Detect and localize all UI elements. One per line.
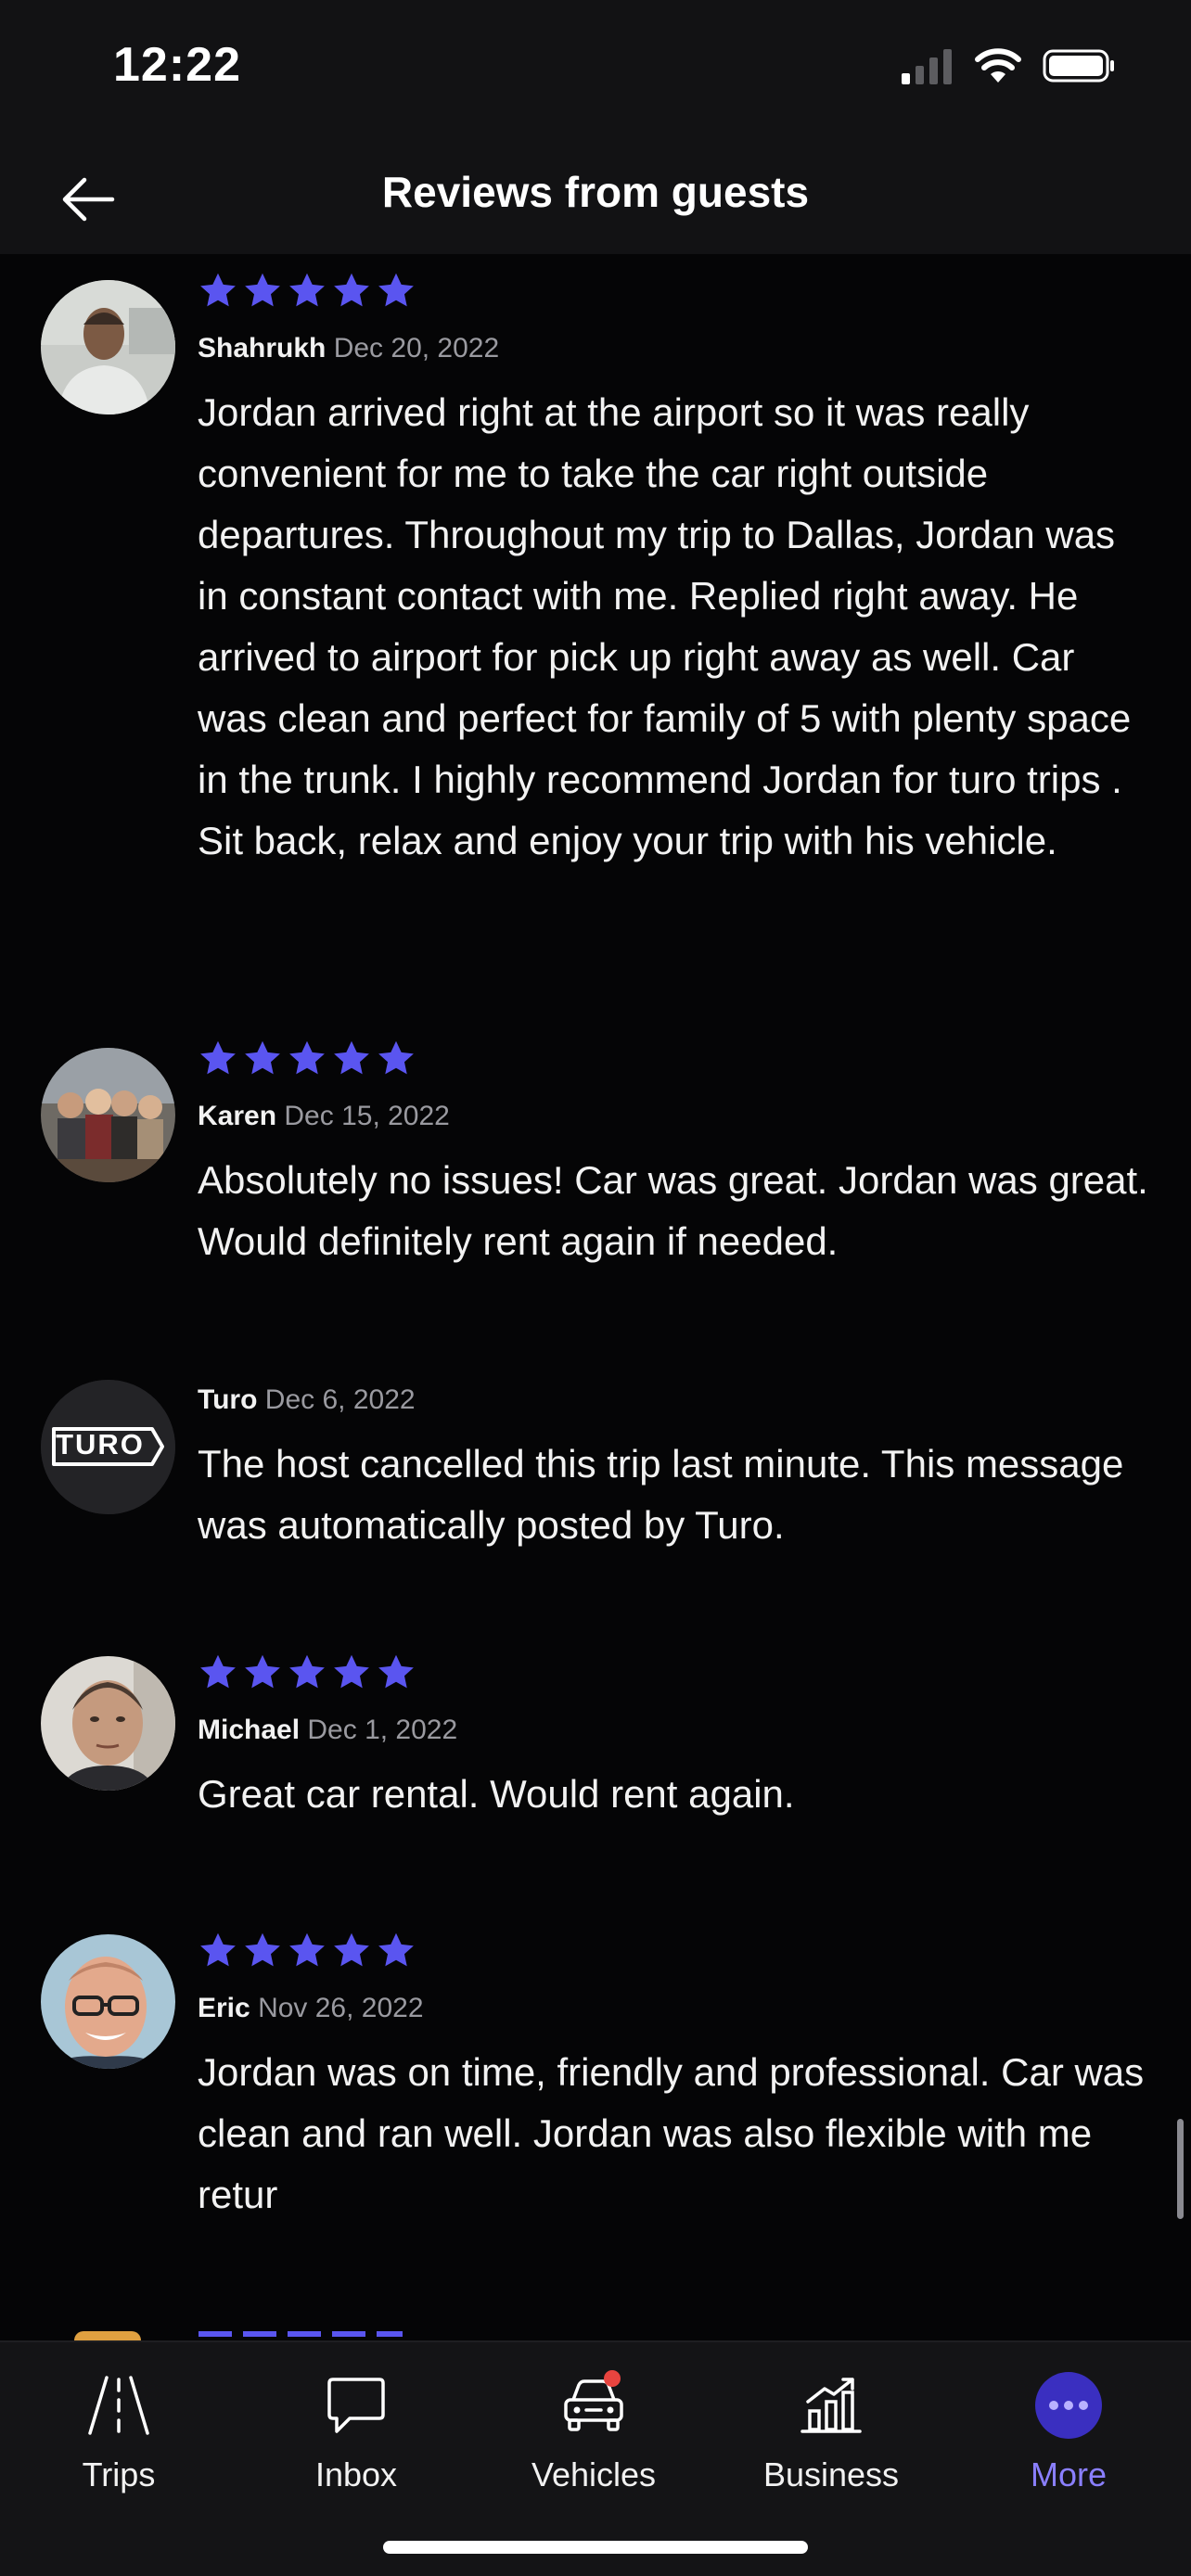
tab-label: Vehicles xyxy=(531,2455,657,2493)
tab-vehicles[interactable]: Vehicles xyxy=(475,2342,712,2500)
tab-more[interactable]: More xyxy=(950,2342,1187,2500)
more-dots-icon xyxy=(1027,2368,1110,2442)
nav-header: Reviews from guests xyxy=(0,139,1191,254)
notification-badge xyxy=(604,2370,621,2387)
status-time: 12:22 xyxy=(113,38,241,92)
star-icon xyxy=(334,273,369,307)
review-meta: Eric Nov 26, 2022 xyxy=(198,1992,1154,2025)
star-icon xyxy=(245,1040,280,1075)
status-icons xyxy=(902,45,1117,91)
review-date: Dec 20, 2022 xyxy=(333,333,500,363)
star-icon xyxy=(200,1040,236,1075)
review-date: Dec 15, 2022 xyxy=(284,1101,450,1131)
star-icon xyxy=(289,1040,325,1075)
reviewer-name[interactable]: Michael xyxy=(198,1715,300,1745)
tab-label: Business xyxy=(762,2455,900,2493)
avatar xyxy=(41,1048,175,1182)
car-icon xyxy=(552,2368,635,2442)
review-meta: Michael Dec 1, 2022 xyxy=(198,1714,1154,1747)
reviewer-name: Turo xyxy=(198,1384,258,1415)
review-text: Jordan arrived right at the airport so i… xyxy=(198,390,1132,862)
review-text: Great car rental. Would rent again. xyxy=(198,1772,795,1816)
tab-trips[interactable]: Trips xyxy=(0,2342,237,2500)
star-rating xyxy=(198,1931,1154,1971)
cellular-signal-icon xyxy=(902,47,954,89)
next-review-peek xyxy=(41,2331,412,2340)
review-meta: Shahrukh Dec 20, 2022 xyxy=(198,332,1154,365)
turo-logo-text: TURO xyxy=(56,1428,145,1460)
scrollbar[interactable] xyxy=(1177,2119,1184,2219)
review-date: Dec 6, 2022 xyxy=(264,1384,416,1415)
review-meta: Turo Dec 6, 2022 xyxy=(198,1384,1154,1417)
reviewer-name[interactable]: Eric xyxy=(198,1993,250,2023)
star-icon xyxy=(334,1654,369,1689)
road-icon xyxy=(77,2368,160,2442)
tab-label: Trips xyxy=(82,2455,156,2493)
review-meta: Karen Dec 15, 2022 xyxy=(198,1100,1154,1133)
star-icon xyxy=(245,273,280,307)
tab-bar: Trips Inbox Vehicles Business More xyxy=(0,2340,1191,2576)
home-indicator[interactable] xyxy=(383,2541,808,2554)
tab-business[interactable]: Business xyxy=(712,2342,950,2500)
star-rating xyxy=(198,1652,1154,1693)
review-text: Jordan was on time, friendly and profess… xyxy=(198,2050,1145,2216)
review-body: Michael Dec 1, 2022 Great car rental. Wo… xyxy=(198,1652,1154,1825)
reviewer-name[interactable]: Karen xyxy=(198,1101,276,1131)
review-body: Eric Nov 26, 2022 Jordan was on time, fr… xyxy=(198,1931,1154,2225)
reviewer-name[interactable]: Shahrukh xyxy=(198,333,326,363)
avatar xyxy=(41,1656,175,1791)
star-icon xyxy=(200,1654,236,1689)
review-body: Turo Dec 6, 2022 The host cancelled this… xyxy=(198,1380,1154,1556)
tab-label: More xyxy=(1030,2455,1108,2493)
page-title: Reviews from guests xyxy=(381,168,810,216)
review-body: Karen Dec 15, 2022 Absolutely no issues!… xyxy=(198,1039,1154,1272)
battery-icon xyxy=(1043,47,1117,89)
star-icon xyxy=(200,273,236,307)
tab-inbox[interactable]: Inbox xyxy=(237,2342,475,2500)
star-rating xyxy=(198,271,1154,312)
star-icon xyxy=(378,1932,414,1967)
star-icon xyxy=(378,1040,414,1075)
star-icon xyxy=(334,1932,369,1967)
avatar xyxy=(41,1934,175,2069)
bar-chart-icon xyxy=(789,2368,873,2442)
star-icon xyxy=(289,1932,325,1967)
review-text: Absolutely no issues! Car was great. Jor… xyxy=(198,1158,1148,1263)
review-body: Shahrukh Dec 20, 2022 Jordan arrived rig… xyxy=(198,271,1154,872)
star-icon xyxy=(289,273,325,307)
star-rating xyxy=(198,1039,1154,1079)
avatar xyxy=(41,280,175,414)
star-icon xyxy=(245,1932,280,1967)
star-icon xyxy=(200,1932,236,1967)
star-icon xyxy=(378,1654,414,1689)
review-text: The host cancelled this trip last minute… xyxy=(198,1442,1124,1547)
star-icon xyxy=(289,1654,325,1689)
turo-logo-avatar: TURO xyxy=(41,1380,175,1514)
chat-bubble-icon xyxy=(314,2368,398,2442)
review-date: Nov 26, 2022 xyxy=(258,1993,424,2023)
status-bar: 12:22 xyxy=(0,0,1191,139)
tab-label: Inbox xyxy=(314,2455,398,2493)
reviews-list[interactable]: Shahrukh Dec 20, 2022 Jordan arrived rig… xyxy=(0,254,1191,2340)
star-icon xyxy=(245,1654,280,1689)
star-icon xyxy=(334,1040,369,1075)
review-date: Dec 1, 2022 xyxy=(307,1715,458,1745)
wifi-icon xyxy=(974,47,1022,89)
star-icon xyxy=(378,273,414,307)
